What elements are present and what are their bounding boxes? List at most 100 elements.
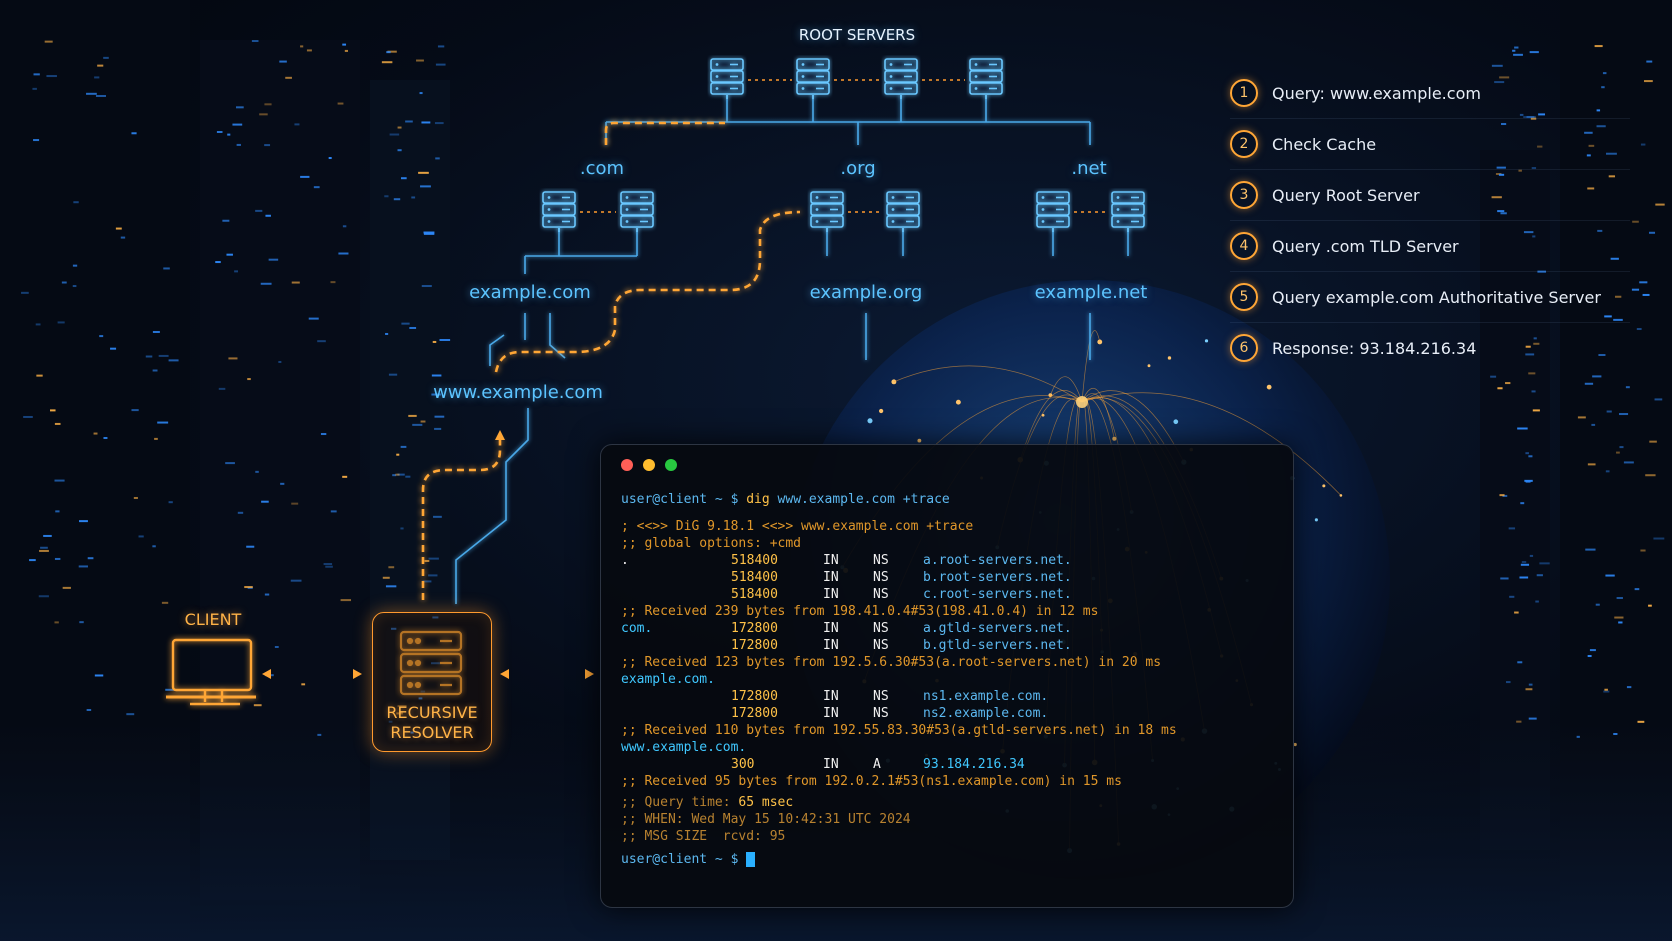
msg-size-line: ;; MSG SIZE rcvd: 95 bbox=[621, 829, 786, 844]
record-class: IN bbox=[823, 638, 839, 653]
record-ttl: 518400 bbox=[731, 570, 778, 585]
server-icon bbox=[884, 58, 918, 99]
when-label: ;; WHEN: bbox=[621, 812, 684, 827]
record-type: NS bbox=[873, 553, 889, 568]
record-class: IN bbox=[823, 570, 839, 585]
step-item: 4 Query .com TLD Server bbox=[1230, 221, 1630, 272]
host-www-label: www.example.com bbox=[433, 382, 603, 403]
record-row: 172800 IN NS ns2.example.com. bbox=[621, 705, 1273, 722]
step-text: Query .com TLD Server bbox=[1272, 236, 1459, 256]
record-type: NS bbox=[873, 621, 889, 636]
close-window-button[interactable] bbox=[621, 459, 633, 471]
record-type: NS bbox=[873, 706, 889, 721]
step-item: 2 Check Cache bbox=[1230, 119, 1630, 170]
record-name: example.com. bbox=[621, 672, 715, 687]
record-data: a.root-servers.net. bbox=[923, 553, 1072, 568]
record-row: 300 IN A 93.184.216.34 bbox=[621, 756, 1273, 773]
step-text: Response: 93.184.216.34 bbox=[1272, 338, 1477, 358]
recursive-resolver: RECURSIVE RESOLVER bbox=[372, 612, 492, 752]
record-class: IN bbox=[823, 621, 839, 636]
record-class: IN bbox=[823, 553, 839, 568]
record-data: b.gtld-servers.net. bbox=[923, 638, 1072, 653]
record-class: IN bbox=[823, 757, 839, 772]
record-type: NS bbox=[873, 638, 889, 653]
terminal-title-bar bbox=[601, 445, 1293, 483]
when-value: Wed May 15 10:42:31 UTC 2024 bbox=[691, 812, 911, 827]
resolver-label-line2: RESOLVER bbox=[390, 723, 474, 742]
domain-example-org-label: example.org bbox=[809, 282, 923, 303]
query-time-label: ;; Query time: bbox=[621, 795, 731, 810]
record-data: ns2.example.com. bbox=[923, 706, 1049, 721]
server-icons bbox=[542, 58, 1145, 232]
command-name: dig bbox=[746, 492, 770, 507]
step-text: Query example.com Authoritative Server bbox=[1272, 287, 1601, 307]
text-cursor bbox=[746, 852, 756, 867]
record-data: a.gtld-servers.net. bbox=[923, 621, 1072, 636]
record-type: NS bbox=[873, 587, 889, 602]
client-label: CLIENT bbox=[184, 610, 242, 629]
dig-header: ; <<>> DiG 9.18.1 <<>> www.example.com +… bbox=[621, 519, 974, 534]
server-icon bbox=[969, 58, 1003, 99]
record-ttl: 518400 bbox=[731, 553, 778, 568]
record-row: 518400 IN NS b.root-servers.net. bbox=[621, 569, 1273, 586]
step-number: 6 bbox=[1230, 334, 1258, 362]
record-ttl: 172800 bbox=[731, 638, 778, 653]
step-item: 6 Response: 93.184.216.34 bbox=[1230, 323, 1630, 373]
command-args: www.example.com +trace bbox=[777, 492, 950, 507]
server-icon bbox=[1111, 191, 1145, 232]
record-class: IN bbox=[823, 689, 839, 704]
minimize-window-button[interactable] bbox=[643, 459, 655, 471]
domain-example-net-label: example.net bbox=[1034, 282, 1148, 303]
record-data: b.root-servers.net. bbox=[923, 570, 1072, 585]
record-row: . 518400 IN NS a.root-servers.net. bbox=[621, 552, 1273, 569]
record-ttl: 172800 bbox=[731, 706, 778, 721]
tld-org-label: .org bbox=[840, 158, 876, 179]
tld-net-label: .net bbox=[1071, 158, 1107, 179]
record-data: ns1.example.com. bbox=[923, 689, 1049, 704]
record-ttl: 172800 bbox=[731, 621, 778, 636]
terminal-output: user@client ~ $ dig www.example.com +tra… bbox=[601, 483, 1293, 876]
step-item: 5 Query example.com Authoritative Server bbox=[1230, 272, 1630, 323]
client-monitor-icon bbox=[166, 638, 256, 706]
server-icon bbox=[796, 58, 830, 99]
record-data: c.root-servers.net. bbox=[923, 587, 1072, 602]
record-row: 518400 IN NS c.root-servers.net. bbox=[621, 586, 1273, 603]
step-text: Check Cache bbox=[1272, 134, 1377, 154]
maximize-window-button[interactable] bbox=[665, 459, 677, 471]
step-text: Query Root Server bbox=[1272, 185, 1420, 205]
step-number: 1 bbox=[1230, 79, 1258, 107]
terminal-window[interactable]: user@client ~ $ dig www.example.com +tra… bbox=[600, 444, 1294, 908]
final-prompt-line[interactable]: user@client ~ $ bbox=[621, 851, 1273, 868]
step-number: 2 bbox=[1230, 130, 1258, 158]
root-servers-label: ROOT SERVERS bbox=[798, 26, 916, 44]
received-line: ;; Received 239 bytes from 198.41.0.4#53… bbox=[621, 604, 1099, 619]
query-time-line: ;; Query time: 65 msec bbox=[621, 794, 1273, 811]
step-item: 1 Query: www.example.com bbox=[1230, 68, 1630, 119]
domain-example-com-label: example.com bbox=[469, 282, 591, 303]
record-type: NS bbox=[873, 570, 889, 585]
server-icon bbox=[1036, 191, 1070, 232]
step-item: 3 Query Root Server bbox=[1230, 170, 1630, 221]
record-name: . bbox=[621, 553, 629, 568]
resolver-label-line1: RECURSIVE bbox=[386, 703, 478, 722]
record-row: 172800 IN NS b.gtld-servers.net. bbox=[621, 637, 1273, 654]
record-class: IN bbox=[823, 587, 839, 602]
server-icon bbox=[620, 191, 654, 232]
record-ttl: 518400 bbox=[731, 587, 778, 602]
step-number: 4 bbox=[1230, 232, 1258, 260]
command-line: user@client ~ $ dig www.example.com +tra… bbox=[621, 491, 1273, 508]
record-data: 93.184.216.34 bbox=[923, 757, 1025, 772]
record-type: A bbox=[873, 757, 881, 772]
step-number: 3 bbox=[1230, 181, 1258, 209]
peer-links bbox=[580, 79, 1107, 213]
received-line: ;; Received 95 bytes from 192.0.2.1#53(n… bbox=[621, 774, 1122, 789]
server-icon bbox=[710, 58, 744, 99]
prompt: user@client ~ $ bbox=[621, 852, 739, 867]
received-line: ;; Received 110 bytes from 192.55.83.30#… bbox=[621, 723, 1177, 738]
record-type: NS bbox=[873, 689, 889, 704]
record-class: IN bbox=[823, 706, 839, 721]
query-time-value: 65 msec bbox=[738, 795, 794, 810]
server-icon bbox=[542, 191, 576, 232]
when-line: ;; WHEN: Wed May 15 10:42:31 UTC 2024 bbox=[621, 811, 1273, 828]
prompt: user@client ~ $ bbox=[621, 492, 739, 507]
